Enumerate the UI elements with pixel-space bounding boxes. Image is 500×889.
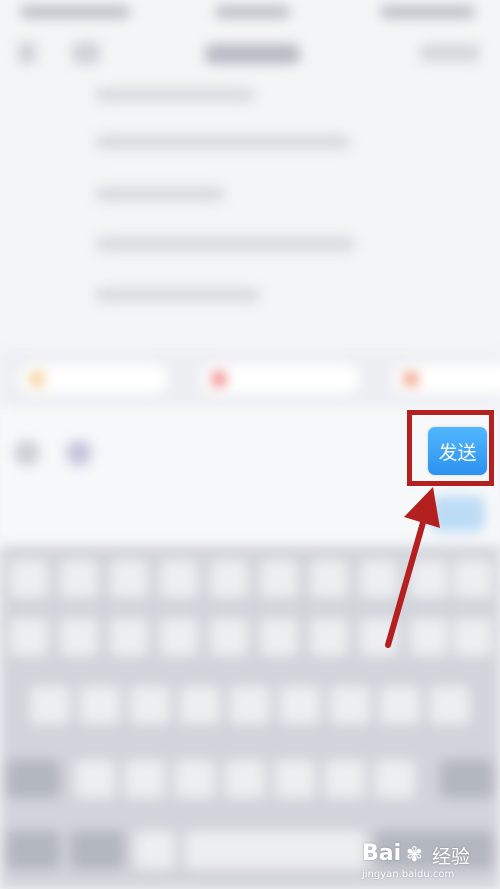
status-bar-time [215, 6, 290, 18]
keyboard-key[interactable] [454, 618, 492, 656]
keyboard-key[interactable] [60, 560, 98, 598]
keyboard-key[interactable] [430, 686, 470, 724]
space-key[interactable] [185, 831, 365, 869]
chat-title [205, 44, 300, 64]
keyboard-key[interactable] [180, 686, 220, 724]
quick-reply-chip[interactable] [18, 364, 168, 394]
back-icon[interactable] [18, 42, 36, 64]
quick-reply-bar [0, 352, 500, 406]
keyboard-key[interactable] [160, 560, 198, 598]
status-bar-left [20, 6, 130, 18]
keyboard-key[interactable] [410, 618, 448, 656]
message-line [95, 187, 225, 201]
shift-key[interactable] [6, 760, 60, 798]
keyboard-key[interactable] [30, 686, 70, 724]
keyboard-key[interactable] [10, 560, 48, 598]
quick-reply-chip[interactable] [392, 364, 500, 394]
keyboard-key[interactable] [380, 686, 420, 724]
keyboard-key[interactable] [230, 686, 270, 724]
chat-title-bar [0, 30, 500, 78]
keyboard-key[interactable] [160, 618, 198, 656]
keyboard-key[interactable] [10, 618, 48, 656]
keyboard-key[interactable] [130, 686, 170, 724]
watermark-url: jingyan.baidu.com [362, 869, 455, 880]
keyboard [0, 546, 500, 889]
keyboard-key[interactable] [310, 618, 348, 656]
keyboard-key[interactable] [275, 760, 315, 798]
keyboard-key[interactable] [360, 618, 398, 656]
menu-icon[interactable] [420, 44, 480, 62]
keyboard-key[interactable] [225, 760, 265, 798]
symbols-key[interactable] [6, 831, 60, 869]
watermark-site: 经验 [432, 846, 471, 868]
keyboard-key[interactable] [410, 560, 448, 598]
message-line [95, 237, 355, 251]
contact-icon[interactable] [72, 42, 100, 64]
keyboard-key[interactable] [280, 686, 320, 724]
keyboard-key[interactable] [360, 560, 398, 598]
send-button[interactable]: 发送 [428, 427, 487, 475]
message-line [95, 288, 260, 302]
keyboard-key[interactable] [260, 560, 298, 598]
keyboard-key[interactable] [210, 618, 248, 656]
keyboard-key[interactable] [454, 560, 492, 598]
send-shadow [430, 496, 485, 532]
keyboard-key[interactable] [330, 686, 370, 724]
globe-key[interactable] [70, 831, 124, 869]
chip-icon [404, 372, 418, 386]
keyboard-key[interactable] [60, 618, 98, 656]
voice-icon[interactable] [14, 440, 40, 466]
watermark: Bai ✾ 经验 jingyan.baidu.com [362, 839, 490, 885]
delete-key[interactable] [440, 760, 494, 798]
keyboard-key[interactable] [375, 760, 415, 798]
keyboard-key[interactable] [210, 560, 248, 598]
keyboard-key[interactable] [125, 760, 165, 798]
paw-icon: ✾ [406, 842, 423, 866]
status-bar [0, 0, 500, 28]
keyboard-key[interactable] [325, 760, 365, 798]
keyboard-key[interactable] [260, 618, 298, 656]
emoji-icon[interactable] [66, 440, 92, 466]
quick-reply-chip[interactable] [200, 364, 360, 394]
keyboard-key[interactable] [110, 618, 148, 656]
keyboard-key[interactable] [80, 686, 120, 724]
keyboard-key[interactable] [75, 760, 115, 798]
chip-icon [30, 372, 44, 386]
message-line [95, 135, 350, 149]
keyboard-key[interactable] [310, 560, 348, 598]
chip-icon [212, 372, 226, 386]
keyboard-key[interactable] [110, 560, 148, 598]
message-line [95, 88, 255, 102]
keyboard-key[interactable] [175, 760, 215, 798]
watermark-logo: Bai [362, 841, 402, 866]
status-bar-right [380, 6, 475, 18]
keyboard-key[interactable] [135, 831, 175, 869]
